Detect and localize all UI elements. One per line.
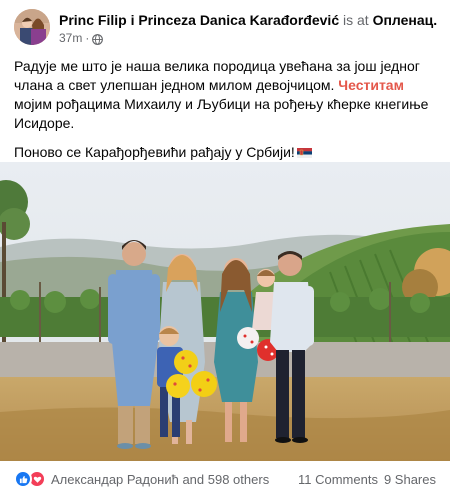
location-link[interactable]: Опленац. <box>373 12 438 28</box>
post-footer: Александар Радонић and 598 others 11 Com… <box>0 461 450 497</box>
facebook-post: Princ Filip i Princeza Danica Karađorđev… <box>0 0 450 497</box>
reactions-summary[interactable]: Александар Радонић and 598 others <box>14 470 269 488</box>
post-header: Princ Filip i Princeza Danica Karađorđev… <box>14 8 444 48</box>
family-photo-illustration <box>0 162 450 461</box>
author-name[interactable]: Princ Filip i Princeza Danica Karađorđev… <box>59 12 339 28</box>
title-line: Princ Filip i Princeza Danica Karađorđev… <box>59 11 439 29</box>
post-photo[interactable] <box>0 162 450 461</box>
author-avatar[interactable] <box>14 9 50 45</box>
is-at-text: is at <box>343 12 369 28</box>
post-paragraph-2: Поново се Карађорђевићи рађају у Србији! <box>14 143 436 162</box>
paragraph-1-end: мојим рођацима Михаилу и Љубици на рођењ… <box>14 96 429 131</box>
like-icon <box>14 470 32 488</box>
post-paragraph-1: Радује ме што је наша велика породица ув… <box>14 57 436 133</box>
header-text: Princ Filip i Princeza Danica Karađorđev… <box>59 11 439 46</box>
post-time[interactable]: 37m <box>59 30 82 46</box>
comments-count[interactable]: 11 Comments <box>298 472 378 487</box>
post-body: Радује ме што је наша велика породица ув… <box>14 57 436 172</box>
post-meta: 37m · <box>59 30 439 46</box>
meta-separator: · <box>85 31 90 45</box>
highlighted-word[interactable]: Честитам <box>338 77 404 93</box>
shares-count[interactable]: 9 Shares <box>384 472 436 487</box>
engagement-stats: 11 Comments 9 Shares <box>298 472 436 487</box>
serbian-flag-icon <box>296 144 312 158</box>
globe-icon[interactable] <box>92 33 104 45</box>
paragraph-2-text: Поново се Карађорђевићи рађају у Србији! <box>14 144 295 160</box>
reactions-text[interactable]: Александар Радонић and 598 others <box>51 472 269 487</box>
